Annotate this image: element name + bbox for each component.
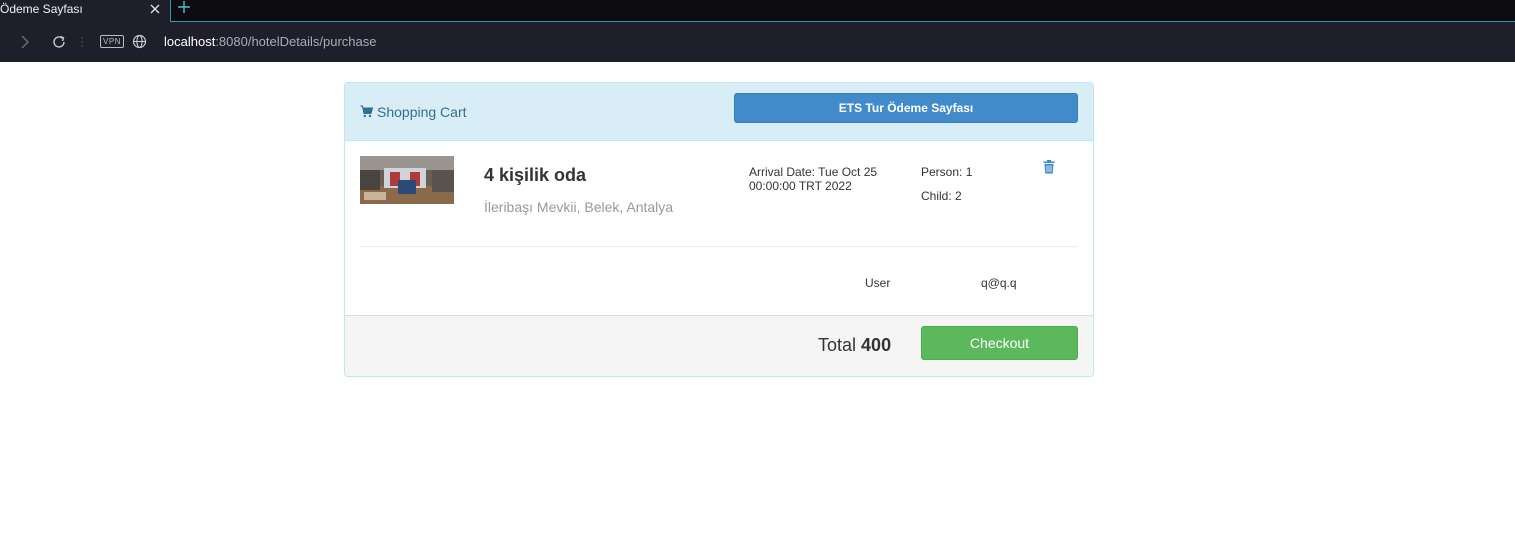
address-bar[interactable]: localhost:8080/hotelDetails/purchase: [164, 34, 376, 49]
forward-icon[interactable]: [18, 34, 32, 50]
user-label: User: [865, 276, 891, 290]
total-value: 400: [861, 335, 892, 355]
panel-header: Shopping Cart ETS Tur Ödeme Sayfası: [345, 83, 1093, 141]
panel-footer: Total 400 Checkout: [345, 315, 1093, 376]
hotel-room-image: [360, 156, 454, 204]
toolbar-separator: [81, 37, 83, 47]
room-name: 4 kişilik oda: [484, 165, 587, 185]
trash-icon[interactable]: [1043, 160, 1055, 174]
cart-heading: Shopping Cart: [360, 104, 467, 120]
shopping-cart-icon: [360, 105, 373, 118]
globe-icon[interactable]: [132, 34, 147, 49]
child-count: Child: 2: [921, 189, 962, 203]
person-count: Person: 1: [921, 165, 973, 179]
cart-title: Shopping Cart: [377, 104, 467, 120]
new-tab-icon[interactable]: [177, 0, 191, 14]
reload-icon[interactable]: [51, 34, 67, 50]
arrival-date: Arrival Date: Tue Oct 25 00:00:00 TRT 20…: [749, 165, 878, 193]
url-host: localhost: [164, 34, 216, 49]
item-divider: [360, 246, 1078, 247]
ets-payment-page-button[interactable]: ETS Tur Ödeme Sayfası: [734, 93, 1078, 123]
browser-toolbar: VPN localhost:8080/hotelDetails/purchase: [0, 22, 1515, 62]
close-tab-icon[interactable]: [148, 0, 162, 18]
tab-title: Ödeme Sayfası: [0, 2, 83, 16]
total-label: Total: [818, 335, 857, 355]
room-address: İleribaşı Mevkii, Belek, Antalya: [484, 199, 674, 215]
url-path: :8080/hotelDetails/purchase: [215, 34, 377, 49]
user-email: q@q.q: [981, 276, 1017, 290]
browser-tab[interactable]: Ödeme Sayfası: [0, 0, 171, 22]
shopping-cart-panel: Shopping Cart ETS Tur Ödeme Sayfası 4 ki…: [344, 82, 1094, 377]
cart-total: Total 400: [818, 335, 891, 356]
checkout-button[interactable]: Checkout: [921, 326, 1078, 360]
vpn-badge[interactable]: VPN: [100, 35, 124, 48]
browser-tab-bar: Ödeme Sayfası: [0, 0, 1515, 22]
